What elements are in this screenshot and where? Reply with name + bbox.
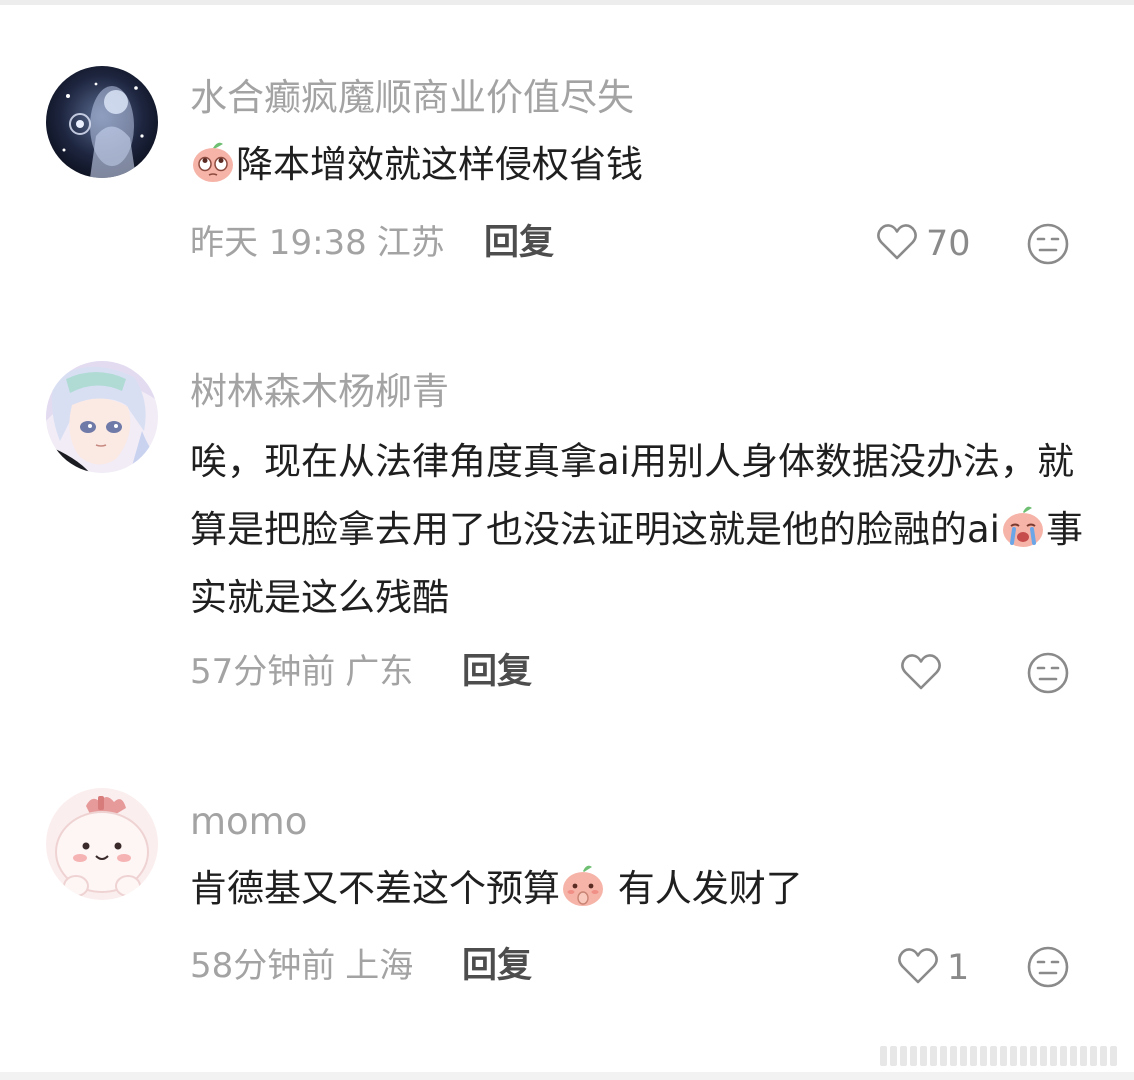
neutral-face-icon <box>1027 223 1069 265</box>
top-divider <box>0 0 1134 5</box>
like-button[interactable] <box>900 652 950 696</box>
neutral-face-icon <box>1027 652 1069 694</box>
comment-text-content: 唉，现在从法律角度真拿ai用别人身体数据没办法，就算是把脸拿去用了也没法证明这就… <box>190 440 1074 551</box>
avatar[interactable] <box>46 788 158 900</box>
comment-location: 江苏 <box>376 223 445 263</box>
comment-time: 58分钟前 <box>190 946 336 986</box>
comment-time: 昨天 19:38 <box>190 223 367 263</box>
comment-text-content: 有人发财了 <box>606 867 803 910</box>
comment-location: 上海 <box>345 946 414 986</box>
dislike-button[interactable] <box>1026 222 1070 266</box>
comment-text: 唉，现在从法律角度真拿ai用别人身体数据没办法，就算是把脸拿去用了也没法证明这就… <box>190 428 1095 632</box>
neutral-face-icon <box>1027 946 1069 988</box>
username[interactable]: momo <box>190 803 307 840</box>
comment-text-content: 肯德基又不差这个预算 <box>190 867 560 910</box>
emoji-rolling-eyes-icon <box>190 138 236 184</box>
comment-time: 57分钟前 <box>190 652 336 692</box>
heart-outline-icon <box>897 946 939 990</box>
comment-text: 降本增效就这样侵权省钱 <box>190 131 1095 199</box>
like-button[interactable]: 70 <box>876 222 971 266</box>
comment-meta: 57分钟前 广东 <box>190 655 413 689</box>
reply-button[interactable]: 回复 <box>462 655 532 690</box>
emoji-crying-icon <box>1000 503 1046 549</box>
comment-text-content: 降本增效就这样侵权省钱 <box>236 143 643 186</box>
heart-outline-icon <box>900 652 942 696</box>
username[interactable]: 水合癫疯魔顺商业价值尽失 <box>190 79 634 116</box>
like-count: 70 <box>926 223 971 264</box>
dislike-button[interactable] <box>1026 945 1070 989</box>
avatar[interactable] <box>46 66 158 178</box>
heart-outline-icon <box>876 222 918 266</box>
comment-meta: 昨天 19:38 江苏 <box>190 226 445 260</box>
bottom-divider <box>0 1072 1134 1080</box>
username[interactable]: 树林森木杨柳青 <box>190 373 449 410</box>
reply-button[interactable]: 回复 <box>484 226 554 261</box>
dislike-button[interactable] <box>1026 651 1070 695</box>
avatar[interactable] <box>46 361 158 473</box>
reply-button[interactable]: 回复 <box>462 949 532 984</box>
comment-text: 肯德基又不差这个预算 有人发财了 <box>190 855 1095 923</box>
watermark-bars <box>880 1046 1117 1066</box>
comment-meta: 58分钟前 上海 <box>190 949 413 983</box>
like-button[interactable]: 1 <box>897 946 969 990</box>
comment-location: 广东 <box>345 652 414 692</box>
emoji-finger-in-mouth-icon <box>560 862 606 908</box>
like-count: 1 <box>947 947 970 988</box>
comment-list-page: 水合癫疯魔顺商业价值尽失 降本增效就这样侵权省钱 昨天 19:38江苏 回复 <box>0 0 1134 1080</box>
